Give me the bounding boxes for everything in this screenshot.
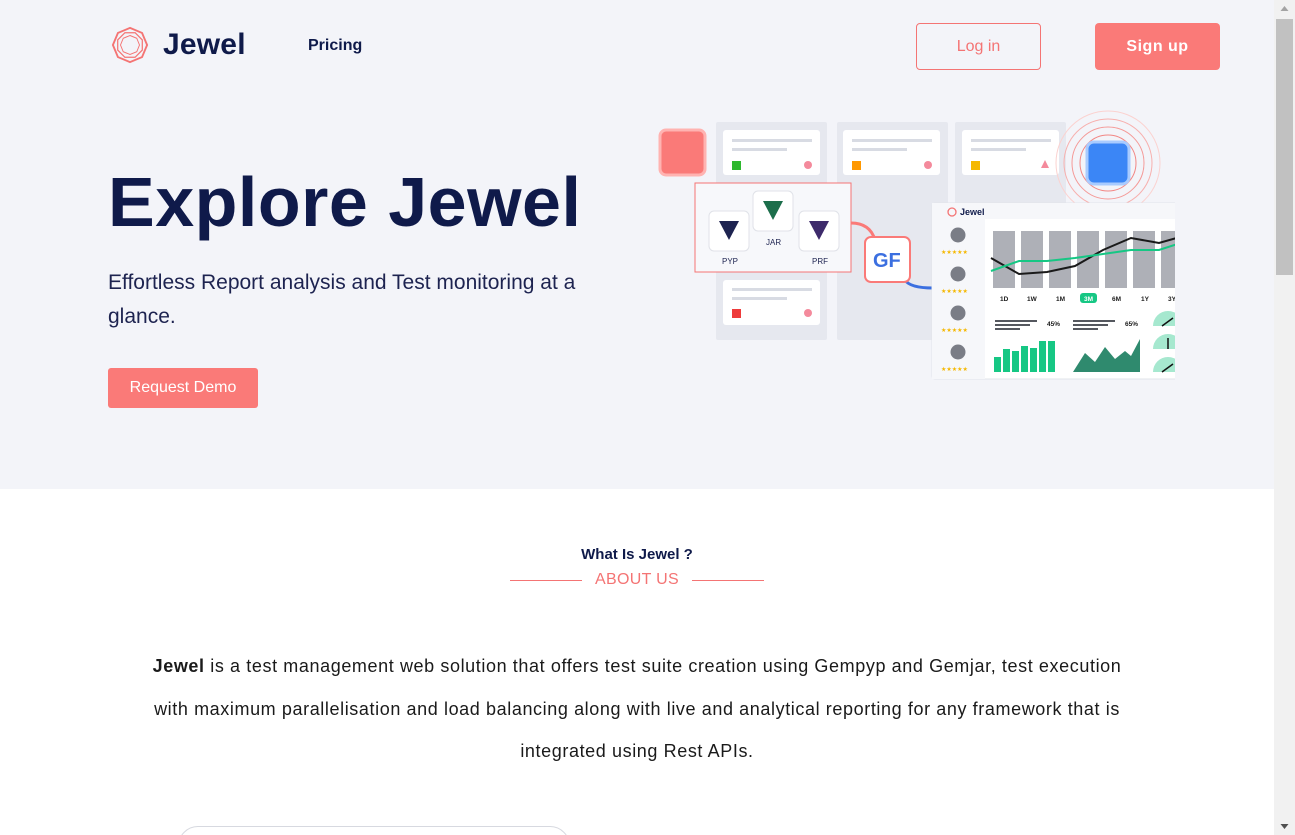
- hero-section: Jewel Pricing Log in Sign up Explore Jew…: [0, 0, 1274, 489]
- framework-label-prf: PRF: [812, 257, 828, 266]
- range-1m: 1M: [1056, 296, 1065, 303]
- dashboard-brand: Jewel: [960, 207, 985, 217]
- range-1w: 1W: [1027, 296, 1038, 303]
- about-us-tag: ABOUT US: [595, 571, 679, 588]
- hero-title: Explore Jewel: [108, 163, 582, 241]
- divider-line-left: [510, 579, 583, 581]
- about-heading: What Is Jewel ?: [581, 546, 693, 563]
- brand-name: Jewel: [163, 28, 246, 61]
- scrollbar-thumb[interactable]: [1276, 19, 1293, 275]
- hero-illustration: PYP JAR PRF GF Jewel ★★★★★ ★★★★★ ★★★★★ ★…: [658, 110, 1175, 380]
- signup-button[interactable]: Sign up: [1095, 23, 1220, 70]
- framework-label-pyp: PYP: [722, 257, 738, 266]
- svg-text:★★★★★: ★★★★★: [941, 249, 968, 256]
- nav-pricing-link[interactable]: Pricing: [308, 37, 362, 55]
- page: Jewel Pricing Log in Sign up Explore Jew…: [0, 0, 1274, 835]
- svg-text:★★★★★: ★★★★★: [941, 366, 968, 373]
- request-demo-button[interactable]: Request Demo: [108, 368, 258, 408]
- percent-value-1: 45%: [1047, 321, 1060, 328]
- about-description: Jewel is a test management web solution …: [136, 645, 1138, 773]
- framework-label-jar: JAR: [766, 238, 781, 247]
- login-button[interactable]: Log in: [916, 23, 1041, 70]
- range-1d: 1D: [1000, 296, 1009, 303]
- range-6m: 6M: [1112, 296, 1121, 303]
- svg-text:★★★★★: ★★★★★: [941, 288, 968, 295]
- about-tag-row: ABOUT US: [510, 570, 764, 590]
- percent-value-2: 65%: [1125, 321, 1138, 328]
- range-3m: 3M: [1084, 296, 1093, 303]
- svg-text:★★★★★: ★★★★★: [941, 327, 968, 334]
- about-description-text: is a test management web solution that o…: [154, 656, 1122, 761]
- divider-line-right: [691, 579, 764, 581]
- scroll-down-arrow-icon[interactable]: [1274, 818, 1295, 835]
- range-3y: 3Y: [1168, 296, 1175, 303]
- about-brand: Jewel: [152, 656, 205, 676]
- brand-logo[interactable]: Jewel: [111, 26, 246, 64]
- vertical-scrollbar[interactable]: [1274, 0, 1295, 835]
- range-1y: 1Y: [1141, 296, 1150, 303]
- jewel-logo-icon: [111, 26, 149, 64]
- scroll-up-arrow-icon[interactable]: [1274, 0, 1295, 17]
- svg-text:GF: GF: [873, 250, 901, 272]
- feature-pill: [178, 826, 570, 835]
- hero-subtitle: Effortless Report analysis and Test moni…: [108, 271, 576, 328]
